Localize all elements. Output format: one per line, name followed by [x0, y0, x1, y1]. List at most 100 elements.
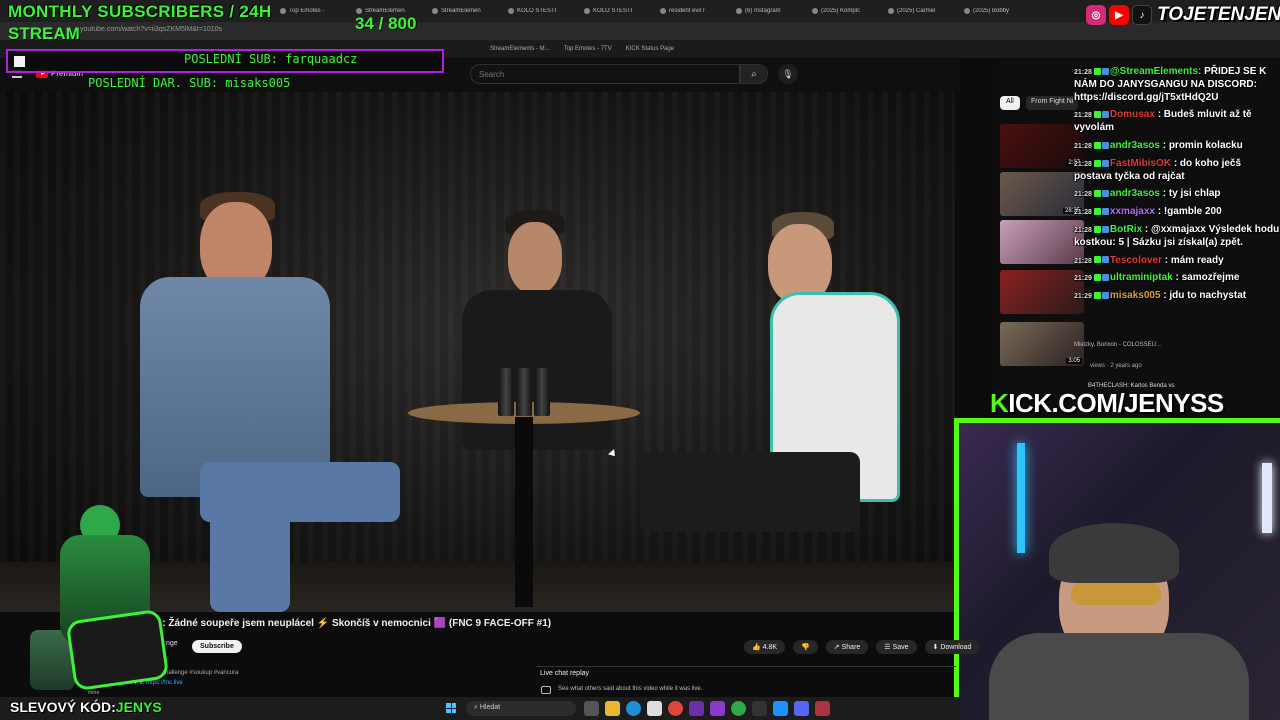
like-button[interactable]: 👍 4.8K [744, 640, 786, 654]
video-title: A: Žádné soupeře jsem neuplácel ⚡ Skončí… [155, 618, 552, 629]
live-chat-replay-title: Live chat replay [540, 670, 590, 677]
browser-tab[interactable]: Top Emotes - [280, 8, 350, 14]
chat-message: 21:29 misaks005 : jdu to nachystat [1074, 290, 1280, 303]
discord-icon[interactable] [794, 701, 809, 716]
live-chat-replay-subtitle[interactable]: See what others said about this video wh… [558, 686, 702, 692]
browser-tab[interactable]: (6) Instagram [736, 8, 806, 14]
filter-chip-all[interactable]: All [1000, 96, 1020, 110]
related-video-thumbnail[interactable]: 28:35 [1000, 172, 1084, 216]
search-input[interactable]: Search [470, 64, 740, 84]
channel-name[interactable]: nge [166, 640, 178, 647]
related-video-thumbnail[interactable] [1000, 270, 1084, 314]
streamer-handle: TOJETENJENYS [1157, 4, 1280, 25]
windows-start-icon[interactable] [446, 703, 456, 713]
chat-username[interactable]: ultraminiptak [1110, 272, 1173, 283]
chat-time: 21:29 [1074, 293, 1092, 301]
chat-text: : jdu to nachystat [1163, 290, 1247, 302]
browser-tab[interactable]: KOLO ŠTĚSTÍ [584, 8, 654, 14]
bookmark-item[interactable]: StreamElements - M... [490, 46, 550, 52]
chat-time: 21:28 [1074, 69, 1092, 76]
chat-username[interactable]: Domusax [1110, 109, 1155, 120]
chat-username[interactable]: Tescolover [1110, 255, 1162, 266]
subscribe-button[interactable]: Subscribe [192, 640, 242, 653]
monthly-subscribers-title: MONTHLY SUBSCRIBERS / 24H [8, 2, 272, 21]
task-view-icon[interactable] [584, 701, 599, 716]
app-icon[interactable] [773, 701, 788, 716]
bookmark-item[interactable]: Top Emotes - 7TV [564, 46, 612, 52]
store-icon[interactable] [647, 701, 662, 716]
tab-favicon-icon [432, 8, 438, 14]
tab-label: (2025) Carmel [897, 8, 936, 14]
chat-time: 21:28 [1074, 257, 1092, 265]
discount-code: SLEVOVÝ KÓD:JENYS [10, 699, 162, 715]
share-button[interactable]: ↗ Share [825, 640, 869, 654]
social-handles: ◎ ▶ ♪ TOJETENJENYS [1086, 4, 1280, 26]
browser-tab[interactable]: resident evil r [660, 8, 730, 14]
chat-time: 21:28 [1074, 160, 1092, 168]
chat-text: : !gamble 200 [1157, 206, 1222, 218]
badge-icon [1093, 111, 1101, 119]
edge-icon[interactable] [626, 701, 641, 716]
app-icon[interactable] [689, 701, 704, 716]
badge-icon [1101, 292, 1109, 300]
microphone-icon[interactable]: 🎙 [778, 64, 798, 84]
tab-label: StreamElemen [441, 8, 481, 14]
chat-username[interactable]: andr3asos [1110, 188, 1160, 199]
app-icon[interactable] [752, 701, 767, 716]
kick-url: KICK.COM/JENYSS [990, 388, 1224, 418]
instagram-icon: ◎ [1086, 5, 1106, 25]
kick-url-text: ICK.COM/JENYSS [1008, 388, 1224, 418]
tab-favicon-icon [812, 8, 818, 14]
badge-icon [1101, 141, 1109, 149]
app-icon[interactable] [710, 701, 725, 716]
taskbar-search[interactable]: ⌕ Hledat [466, 701, 576, 716]
badge-icon [1101, 159, 1109, 167]
tab-favicon-icon [888, 8, 894, 14]
stop-square-icon [14, 56, 25, 67]
filter-chip-from-channel[interactable]: From Fight Ni [1026, 96, 1079, 110]
badge-icon [1093, 292, 1101, 300]
tiktok-icon: ♪ [1132, 5, 1152, 25]
save-label: Save [892, 644, 909, 651]
tab-label: resident evil r [669, 8, 705, 14]
badge-icon [1093, 141, 1101, 149]
person-right [640, 212, 930, 612]
browser-tab[interactable]: (2025) Bobby [964, 8, 1034, 14]
download-button[interactable]: ⬇ Download [924, 640, 980, 654]
chat-username[interactable]: @StreamElements: [1110, 66, 1201, 77]
chat-username[interactable]: BotRix [1110, 224, 1142, 235]
search-icon[interactable]: ⌕ [740, 64, 768, 84]
bookmark-item[interactable]: KICK Status Page [626, 46, 674, 52]
browser-tab[interactable]: KOLO ŠTĚSTÍ [508, 8, 578, 14]
chat-username[interactable]: andr3asos [1110, 140, 1160, 151]
related-sub: Mielzky, Borixon - COLOSSEU... [1074, 342, 1161, 348]
badge-icon [1093, 225, 1101, 233]
save-button[interactable]: ☰ Save [876, 640, 917, 654]
chrome-icon[interactable] [731, 701, 746, 716]
last-donation-text: POSLEDNÍ DAR. SUB: misaks005 [88, 76, 291, 90]
chat-username[interactable]: misaks005 [1110, 290, 1161, 301]
related-video-thumbnail[interactable] [1000, 220, 1084, 264]
chat-time: 21:28 [1074, 112, 1092, 120]
chat-messages: 21:28 @StreamElements: PŘIDEJ SE K NÁM DO… [1074, 66, 1280, 308]
discount-code-value: JENYS [115, 699, 162, 715]
chat-username[interactable]: FastMibisOK [1110, 158, 1171, 169]
chat-username[interactable]: xxmajaxx [1110, 206, 1155, 217]
chat-bubble-icon [541, 686, 551, 694]
browser-tab[interactable]: (2025) Carmel [888, 8, 958, 14]
file-explorer-icon[interactable] [605, 701, 620, 716]
browser-tab[interactable]: (2025) Komplc [812, 8, 882, 14]
related-video-thumbnail[interactable]: 3:05 [1000, 322, 1084, 366]
dislike-icon[interactable]: 👎 [793, 640, 818, 654]
tab-favicon-icon [964, 8, 970, 14]
app-icon[interactable] [815, 701, 830, 716]
badge-icon [1101, 111, 1109, 119]
related-views: views · 2 years ago [1090, 363, 1142, 369]
like-count: 4.8K [762, 644, 778, 651]
badge-icon [1101, 190, 1109, 198]
energy-drink-can [498, 368, 514, 416]
address-text[interactable]: youtube.com/watch?v=ii3qsZKM5lM&t=1010s [80, 26, 222, 33]
chrome-icon[interactable] [668, 701, 683, 716]
browser-tab[interactable]: StreamElemen [432, 8, 502, 14]
related-video-thumbnail[interactable]: 2:37 [1000, 124, 1084, 168]
